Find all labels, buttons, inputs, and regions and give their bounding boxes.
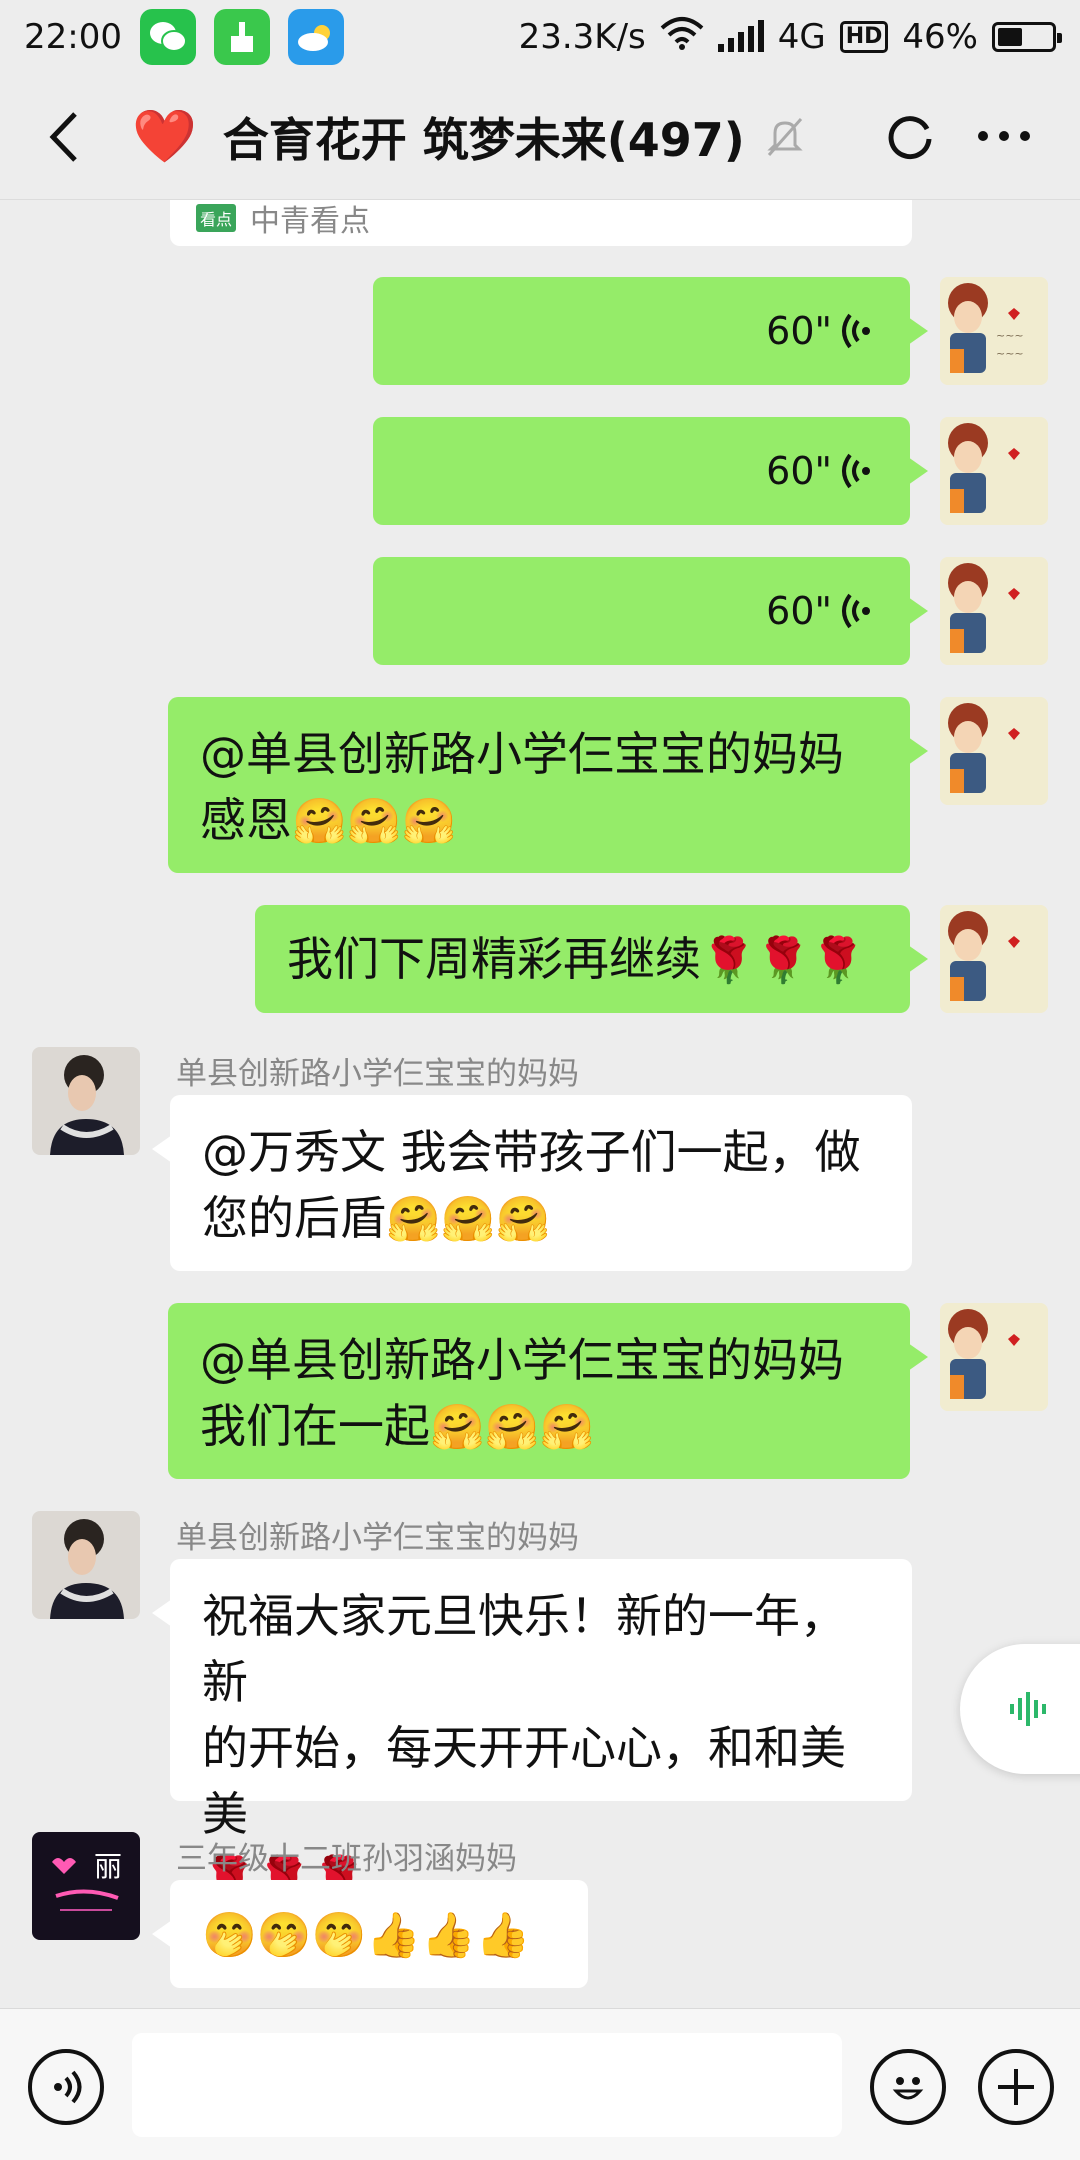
- voice-message[interactable]: 60": [373, 557, 928, 665]
- emoji-group: 🌹🌹🌹: [701, 935, 866, 986]
- my-avatar[interactable]: [940, 557, 1048, 665]
- message-input[interactable]: [132, 2033, 842, 2137]
- voice-wave-icon: [842, 593, 870, 629]
- more-actions-button[interactable]: [978, 2049, 1054, 2125]
- more-icon: [978, 131, 1030, 141]
- more-button[interactable]: [964, 96, 1044, 176]
- mute-icon: [767, 117, 803, 157]
- kandian-logo: 看点: [196, 204, 237, 232]
- network-speed: 23.3K/s: [518, 17, 646, 57]
- text-message[interactable]: 🤭🤭🤭👍👍👍: [152, 1880, 588, 1988]
- shared-article-card[interactable]: 看点 中青看点: [170, 200, 912, 246]
- text-message[interactable]: @万秀文 我会带孩子们一起，做 您的后盾🤗🤗🤗: [152, 1095, 912, 1271]
- sender-name: 单县创新路小学仨宝宝的妈妈: [176, 1056, 579, 1092]
- message-line: 的开始，每天开开心心，和和美美: [202, 1721, 846, 1841]
- my-avatar[interactable]: [940, 1303, 1048, 1411]
- message-line: 祝福大家元旦快乐！新的一年，新: [202, 1589, 846, 1709]
- sender-avatar[interactable]: [32, 1511, 140, 1619]
- wifi-icon: [660, 16, 704, 59]
- chat-header: ❤️ 合育花开 筑梦未来(497): [0, 74, 1080, 200]
- text-message[interactable]: @单县创新路小学仨宝宝的妈妈 感恩🤗🤗🤗: [168, 697, 928, 873]
- voice-mode-icon: [54, 2070, 82, 2104]
- my-avatar[interactable]: ~~~ ~~~: [940, 277, 1048, 385]
- emoji-group: 🤗🤗🤗: [292, 796, 457, 847]
- back-icon: [49, 111, 77, 162]
- voice-duration: 60": [766, 589, 832, 633]
- message-list[interactable]: 看点 中青看点 60" ~~~ ~~~ 60" 60" @单县创新路小学仨宝宝的妈…: [0, 200, 1080, 2008]
- battery-percent: 46%: [902, 17, 978, 57]
- hd-badge: HD: [839, 21, 889, 53]
- voice-input-float-button[interactable]: [960, 1644, 1080, 1774]
- sender-name: 单县创新路小学仨宝宝的妈妈: [176, 1520, 579, 1556]
- message-line: 您的后盾: [202, 1191, 386, 1245]
- message-line: @万秀文 我会带孩子们一起，做: [202, 1125, 861, 1179]
- voice-message[interactable]: 60": [373, 417, 928, 525]
- avatar-char: 丽: [94, 1850, 122, 1883]
- message-line: 我们下周精彩再继续: [287, 932, 701, 986]
- text-message[interactable]: 我们下周精彩再继续🌹🌹🌹: [255, 905, 928, 1013]
- message-line: 感恩: [200, 793, 292, 847]
- voice-wave-icon: [842, 313, 870, 349]
- voice-wave-icon: [842, 453, 870, 489]
- article-source: 中青看点: [250, 204, 371, 239]
- my-avatar[interactable]: [940, 905, 1048, 1013]
- back-button[interactable]: [24, 97, 104, 177]
- refresh-button[interactable]: [870, 96, 950, 176]
- weather-icon: [287, 9, 344, 65]
- emoji-button[interactable]: [870, 2049, 946, 2125]
- emoji-group: 🤗🤗🤗: [386, 1194, 551, 1245]
- chat-title: ❤️ 合育花开 筑梦未来(497): [132, 104, 803, 170]
- plus-icon: [998, 2069, 1034, 2105]
- sender-avatar[interactable]: [32, 1047, 140, 1155]
- svg-text:~~~: ~~~: [996, 329, 1024, 342]
- my-avatar[interactable]: [940, 417, 1048, 525]
- message-line: 我们在一起: [200, 1399, 430, 1453]
- emoji-group: 🤭🤭🤭👍👍👍: [202, 1910, 531, 1961]
- emoji-group: 🤗🤗🤗: [430, 1402, 595, 1453]
- voice-duration: 60": [766, 309, 832, 353]
- voice-duration: 60": [766, 449, 832, 493]
- cleaner-icon: [213, 9, 270, 65]
- message-line: @单县创新路小学仨宝宝的妈妈: [200, 1333, 844, 1387]
- voice-message[interactable]: 60": [373, 277, 928, 385]
- my-avatar[interactable]: [940, 697, 1048, 805]
- network-type: 4G: [777, 17, 826, 57]
- sender-avatar[interactable]: 丽: [32, 1832, 140, 1940]
- chat-title-text: 合育花开 筑梦未来(497): [222, 112, 745, 167]
- refresh-icon: [888, 116, 932, 160]
- text-message[interactable]: 祝福大家元旦快乐！新的一年，新 的开始，每天开开心心，和和美美 🌹🌹🌹: [152, 1559, 912, 1905]
- input-bar: [0, 2008, 1080, 2160]
- text-message[interactable]: @单县创新路小学仨宝宝的妈妈 我们在一起🤗🤗🤗: [168, 1303, 928, 1479]
- voice-wave-icon: [1010, 1692, 1046, 1726]
- voice-mode-button[interactable]: [28, 2049, 104, 2125]
- status-bar: 22:00 23.3K/s 4G HD 46%: [0, 0, 1080, 74]
- heart-icon: ❤️: [132, 107, 197, 167]
- battery-icon: [992, 22, 1062, 52]
- svg-text:~~~: ~~~: [996, 347, 1024, 360]
- signal-icon: [717, 20, 764, 52]
- emoji-icon: [892, 2077, 924, 2100]
- sender-name: 三年级十二班孙羽涵妈妈: [176, 1841, 517, 1877]
- status-time: 22:00: [24, 17, 122, 57]
- wechat-icon: [139, 9, 196, 65]
- message-line: @单县创新路小学仨宝宝的妈妈: [200, 727, 844, 781]
